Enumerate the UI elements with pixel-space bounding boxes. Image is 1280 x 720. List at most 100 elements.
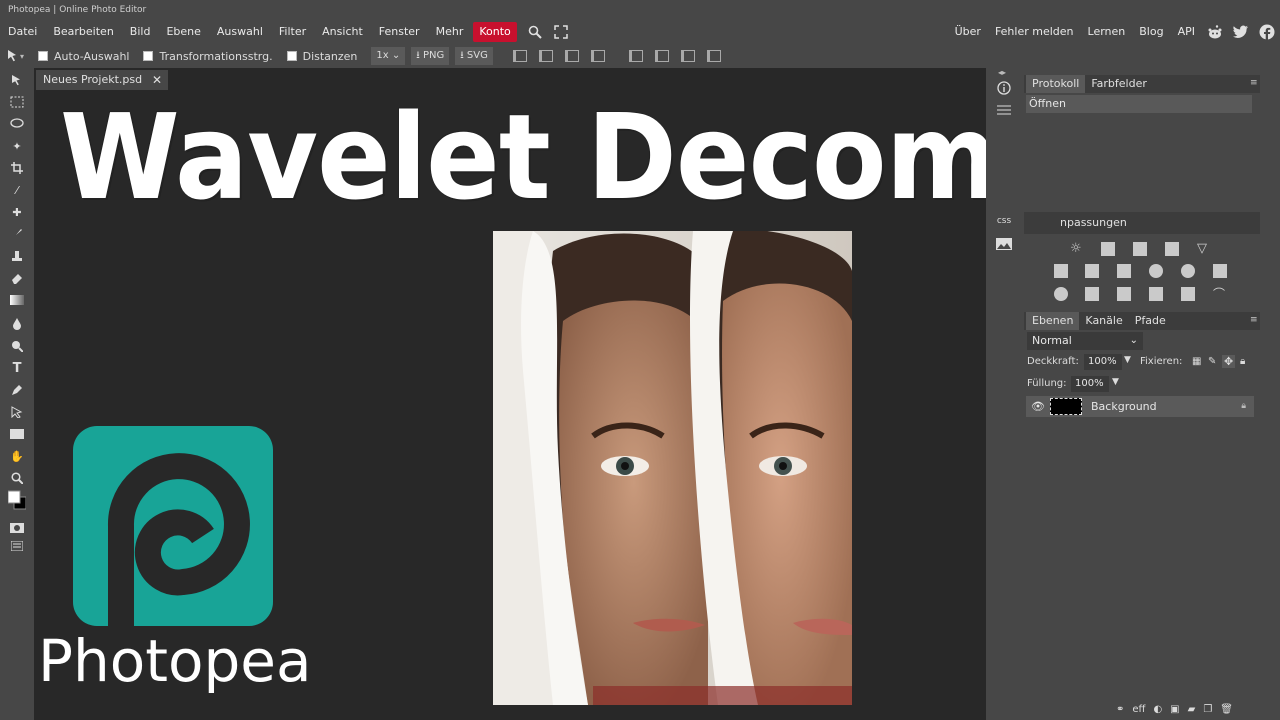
fill-input[interactable]: 100% [1071, 376, 1109, 392]
move-tool-icon[interactable] [8, 72, 26, 88]
photo-filter-icon[interactable] [1149, 264, 1163, 278]
align-bottom-icon[interactable] [680, 50, 695, 62]
twitter-icon[interactable] [1233, 24, 1249, 40]
opacity-dropdown-icon[interactable]: ▼ [1124, 355, 1131, 365]
transform-checkbox[interactable]: Transformationsstrg. [143, 50, 273, 63]
blend-mode-select[interactable]: Normal ⌄ [1027, 332, 1143, 350]
align-middle-icon[interactable] [654, 50, 669, 62]
menu-datei[interactable]: Datei [0, 22, 45, 42]
brightness-icon[interactable]: ☼ [1070, 242, 1084, 256]
menu-api[interactable]: API [1171, 22, 1202, 42]
export-svg-button[interactable]: ⭳ SVG [455, 47, 493, 65]
auto-select-checkbox[interactable]: Auto-Auswahl [38, 50, 129, 63]
hue-sat-icon[interactable] [1054, 264, 1068, 278]
align-top-icon[interactable] [628, 50, 643, 62]
konto-button[interactable]: Konto [473, 22, 517, 42]
eraser-tool-icon[interactable] [8, 270, 26, 286]
eye-icon[interactable]: 👁︎ [1031, 396, 1045, 417]
dodge-tool-icon[interactable] [8, 338, 26, 354]
document-image[interactable] [493, 231, 852, 705]
tab-ebenen[interactable]: Ebenen [1026, 312, 1080, 330]
layer-row[interactable]: 👁︎ Background 🔒︎ [1026, 396, 1254, 417]
exposure-icon[interactable] [1165, 242, 1179, 256]
tab-kanale[interactable]: Kanäle [1079, 312, 1128, 330]
align-left-icon[interactable] [512, 50, 527, 62]
stamp-tool-icon[interactable] [8, 248, 26, 264]
vibrance-icon[interactable]: ▽ [1197, 242, 1211, 256]
pen-tool-icon[interactable] [8, 382, 26, 398]
crop-tool-icon[interactable] [8, 160, 26, 176]
brush-tool-icon[interactable] [8, 226, 26, 242]
lock-pixels-icon[interactable]: ✎ [1208, 356, 1216, 367]
effects-button[interactable]: eff [1132, 704, 1145, 715]
info-icon[interactable] [995, 80, 1013, 96]
shape-tool-icon[interactable] [8, 426, 26, 442]
menu-lernen[interactable]: Lernen [1081, 22, 1133, 42]
menu-fenster[interactable]: Fenster [371, 22, 428, 42]
export-png-button[interactable]: ⭳ PNG [411, 47, 450, 65]
posterize-icon[interactable] [1085, 287, 1099, 301]
color-balance-icon[interactable] [1085, 264, 1099, 278]
threshold-icon[interactable] [1117, 287, 1131, 301]
blur-tool-icon[interactable] [8, 316, 26, 332]
css-icon[interactable]: css [995, 213, 1013, 229]
link-icon[interactable]: ⚭ [1116, 704, 1124, 715]
fullscreen-icon[interactable] [553, 24, 569, 40]
new-layer-icon[interactable]: ❐ [1203, 704, 1212, 715]
levels-icon[interactable] [1101, 242, 1115, 256]
document-tab[interactable]: Neues Projekt.psd ✕ [36, 70, 168, 90]
lasso-tool-icon[interactable] [8, 116, 26, 132]
invert-icon[interactable] [1054, 287, 1068, 301]
menu-uber[interactable]: Über [948, 22, 988, 42]
tab-protokoll[interactable]: Protokoll [1026, 75, 1086, 93]
lock-all-icon[interactable]: 🔒︎ [1240, 356, 1245, 367]
replace-color-icon[interactable]: ⌒ [1213, 287, 1227, 301]
menu-mehr[interactable]: Mehr [428, 22, 472, 42]
image-icon[interactable] [995, 236, 1013, 252]
quick-mask-icon[interactable] [8, 520, 26, 536]
trash-icon[interactable]: 🗑︎ [1220, 704, 1233, 715]
menu-ansicht[interactable]: Ansicht [314, 22, 371, 42]
distances-checkbox[interactable]: Distanzen [286, 50, 357, 63]
distribute-v-icon[interactable] [706, 50, 721, 62]
panel-menu-icon[interactable]: ≡ [1250, 315, 1258, 325]
menu-blog[interactable]: Blog [1132, 22, 1170, 42]
menu-ebene[interactable]: Ebene [158, 22, 208, 42]
lock-transparency-icon[interactable]: ▦ [1192, 356, 1201, 367]
path-select-icon[interactable] [8, 404, 26, 420]
color-lookup-icon[interactable] [1213, 264, 1227, 278]
facebook-icon[interactable] [1259, 24, 1275, 40]
tab-pfade[interactable]: Pfade [1129, 312, 1172, 330]
gradient-map-icon[interactable] [1149, 287, 1163, 301]
eyedropper-icon[interactable]: ⁄ [8, 182, 26, 198]
gradient-tool-icon[interactable] [8, 292, 26, 308]
folder-icon[interactable]: ▰ [1188, 704, 1196, 715]
screen-mode-icon[interactable] [8, 538, 26, 554]
search-icon[interactable] [527, 24, 543, 40]
move-tool-icon[interactable] [4, 48, 22, 64]
align-center-icon[interactable] [538, 50, 553, 62]
selective-color-icon[interactable] [1181, 287, 1195, 301]
properties-icon[interactable] [995, 102, 1013, 118]
menu-fehler-melden[interactable]: Fehler melden [988, 22, 1081, 42]
text-tool-icon[interactable]: T [8, 360, 26, 376]
mask-icon[interactable]: ◐ [1153, 704, 1162, 715]
menu-bild[interactable]: Bild [122, 22, 159, 42]
zoom-tool-icon[interactable] [8, 470, 26, 486]
opacity-input[interactable]: 100% [1084, 354, 1122, 370]
panel-menu-icon[interactable]: ≡ [1250, 78, 1258, 88]
curves-icon[interactable] [1133, 242, 1147, 256]
fill-dropdown-icon[interactable]: ▼ [1112, 377, 1119, 387]
marquee-tool-icon[interactable] [8, 94, 26, 110]
channel-mixer-icon[interactable] [1181, 264, 1195, 278]
collapse-icon[interactable]: ◂▸ [998, 68, 1006, 77]
align-right-icon[interactable] [564, 50, 579, 62]
color-swatches-icon[interactable] [8, 490, 26, 510]
lock-position-icon[interactable]: ✥ [1222, 355, 1236, 368]
close-icon[interactable]: ✕ [152, 70, 162, 90]
distribute-icon[interactable] [590, 50, 605, 62]
history-item[interactable]: Öffnen [1026, 95, 1252, 113]
magic-wand-icon[interactable]: ✦ [8, 138, 26, 154]
menu-auswahl[interactable]: Auswahl [209, 22, 271, 42]
menu-bearbeiten[interactable]: Bearbeiten [45, 22, 121, 42]
